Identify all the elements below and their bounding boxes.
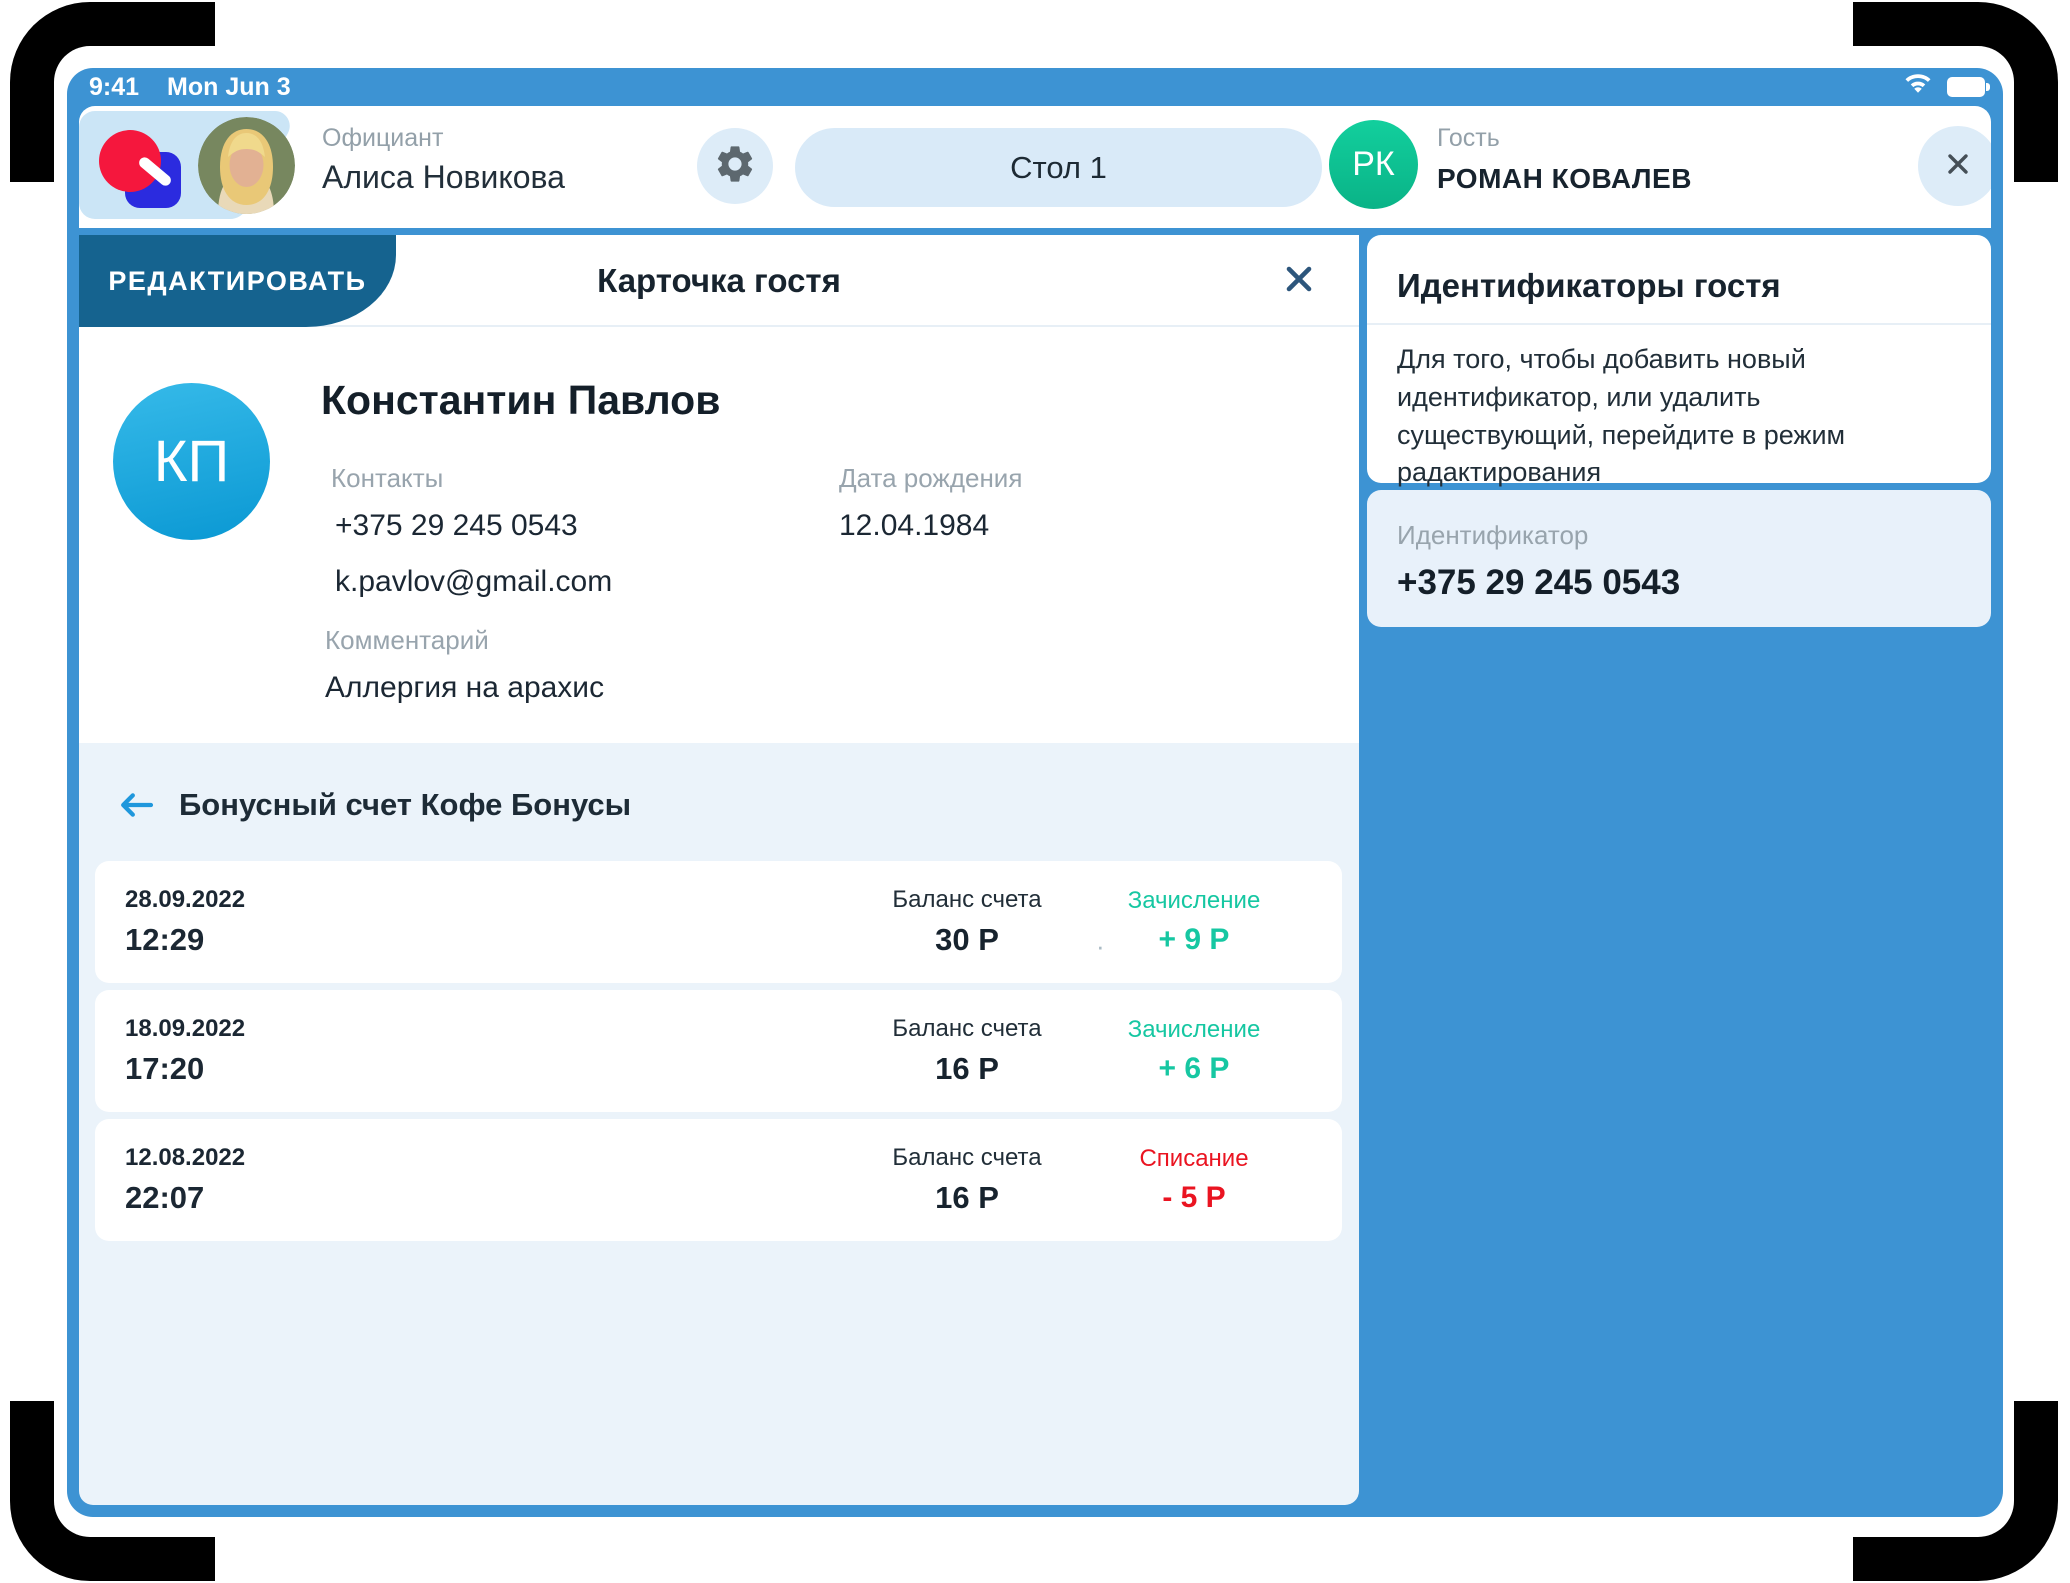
table-label: Стол 1 [1010,150,1107,186]
transaction-marker: · [1096,931,1105,962]
transaction-date: 18.09.2022 [125,1015,245,1043]
guest-card-panel: РЕДАКТИРОВАТЬ Карточка гостя [79,235,1359,1505]
close-icon [1278,258,1320,305]
settings-button[interactable] [697,128,773,204]
identifier-label: Идентификатор [1397,520,1961,551]
transaction-amount: + 9 Р [1104,923,1284,957]
transaction-row: 28.09.2022 12:29 Баланс счета 30 Р Зачис… [95,861,1342,983]
guest-initials-avatar: КП [113,383,270,540]
identifier-value: +375 29 245 0543 [1397,563,1961,603]
bezel-corner [1853,1401,2058,1581]
edit-button[interactable]: РЕДАКТИРОВАТЬ [79,235,396,327]
transaction-row: 18.09.2022 17:20 Баланс счета 16 Р Зачис… [95,990,1342,1112]
waiter-label: Официант [322,124,565,153]
balance-value: 16 Р [872,1180,1062,1216]
identifiers-description: Для того, чтобы добавить новый идентифик… [1367,305,1991,492]
transaction-amount: - 5 Р [1104,1181,1284,1215]
back-arrow-button[interactable] [117,789,155,821]
gear-icon [713,142,757,191]
status-bar: 9:41 Mon Jun 3 [67,68,2003,106]
identifier-item: Идентификатор +375 29 245 0543 [1367,490,1991,627]
guest-birth-date: 12.04.1984 [839,509,989,543]
guest-info: Гость РОМАН КОВАЛЕВ [1437,124,1692,195]
balance-label: Баланс счета [872,1015,1062,1043]
transaction-row: 12.08.2022 22:07 Баланс счета 16 Р Списа… [95,1119,1342,1241]
waiter-name: Алиса Новикова [322,159,565,196]
table-selector-button[interactable]: Стол 1 [795,128,1322,207]
transaction-time: 17:20 [125,1051,245,1087]
contacts-label: Контакты [331,463,443,494]
bonus-section-title: Бонусный счет Кофе Бонусы [179,787,631,823]
divider [1367,323,1991,325]
screen: 9:41 Mon Jun 3 [0,0,2070,1583]
app-header: Официант Алиса Новикова Стол 1 РК [79,106,1991,228]
guest-card-initials: КП [154,428,229,495]
identifiers-panel: Идентификаторы гостя Для того, чтобы доб… [1367,235,1991,1505]
guest-comment: Аллергия на арахис [325,671,604,705]
guest-phone: +375 29 245 0543 [335,509,578,543]
guest-details: КП Константин Павлов Контакты +375 29 24… [79,327,1359,743]
transaction-time: 22:07 [125,1180,245,1216]
birth-date-label: Дата рождения [839,463,1022,494]
bezel-corner [10,2,215,182]
guest-initials: РК [1352,145,1394,184]
identifiers-title: Идентификаторы гостя [1367,235,1991,305]
bonus-account-section: Бонусный счет Кофе Бонусы 28.09.2022 12:… [79,743,1359,1505]
bezel-corner [10,1401,215,1581]
balance-value: 16 Р [872,1051,1062,1087]
transaction-type: Зачисление [1104,887,1284,915]
transaction-time: 12:29 [125,922,245,958]
app-window: 9:41 Mon Jun 3 [67,68,2003,1517]
waiter-info: Официант Алиса Новикова [322,124,565,196]
guest-name: РОМАН КОВАЛЕВ [1437,163,1692,195]
transaction-date: 28.09.2022 [125,886,245,914]
transaction-list: 28.09.2022 12:29 Баланс счета 30 Р Зачис… [95,861,1342,1241]
balance-label: Баланс счета [872,886,1062,914]
edit-button-label: РЕДАКТИРОВАТЬ [108,266,366,297]
guest-full-name: Константин Павлов [321,377,720,424]
identifiers-info-card: Идентификаторы гостя Для того, чтобы доб… [1367,235,1991,483]
transaction-type: Зачисление [1104,1016,1284,1044]
guest-email: k.pavlov@gmail.com [335,565,612,599]
bezel-corner [1853,2,2058,182]
balance-value: 30 Р [872,922,1062,958]
transaction-date: 12.08.2022 [125,1144,245,1172]
guest-label: Гость [1437,124,1692,153]
close-card-button[interactable] [1275,257,1323,305]
transaction-amount: + 6 Р [1104,1052,1284,1086]
balance-label: Баланс счета [872,1144,1062,1172]
guest-card-header: РЕДАКТИРОВАТЬ Карточка гостя [79,235,1359,327]
comment-label: Комментарий [325,625,489,656]
transaction-type: Списание [1104,1145,1284,1173]
guest-avatar: РК [1329,120,1418,209]
